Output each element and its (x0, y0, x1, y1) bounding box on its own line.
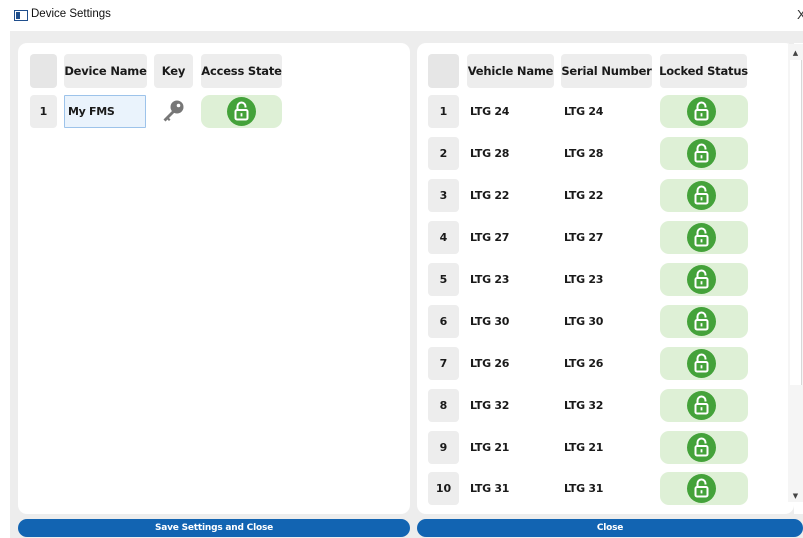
scroll-down-arrow-icon[interactable]: ▼ (788, 489, 803, 503)
unlocked-padlock-icon (687, 307, 716, 336)
serial-number: LTG 28 (564, 147, 604, 160)
close-button[interactable]: Close (417, 519, 803, 537)
serial-number: LTG 21 (564, 441, 604, 454)
locked-status-toggle[interactable] (660, 95, 748, 128)
unlocked-padlock-icon (687, 391, 716, 420)
save-settings-and-close-button[interactable]: Save Settings and Close (18, 519, 410, 537)
header-vehicle-name: Vehicle Name (467, 54, 554, 88)
vehicle-name: LTG 21 (470, 441, 510, 454)
serial-number: LTG 22 (564, 189, 604, 202)
header-access-state: Access State (201, 54, 282, 88)
vehicle-row-number: 10 (428, 472, 459, 505)
unlocked-padlock-icon (227, 97, 256, 126)
vehicle-name: LTG 27 (470, 231, 510, 244)
unlocked-padlock-icon (687, 223, 716, 252)
unlocked-padlock-icon (687, 433, 716, 462)
header-key: Key (154, 54, 193, 88)
right-header-index (428, 54, 459, 88)
locked-status-toggle[interactable] (660, 389, 748, 422)
window-title: Device Settings (31, 8, 111, 20)
serial-number: LTG 32 (564, 399, 604, 412)
serial-number: LTG 23 (564, 273, 604, 286)
vehicle-name: LTG 32 (470, 399, 510, 412)
unlocked-padlock-icon (687, 139, 716, 168)
vehicle-name: LTG 30 (470, 315, 510, 328)
unlocked-padlock-icon (687, 181, 716, 210)
device-name-field[interactable]: My FMS (64, 95, 146, 128)
serial-number: LTG 27 (564, 231, 604, 244)
access-state-toggle[interactable] (201, 95, 282, 128)
locked-status-toggle[interactable] (660, 347, 748, 380)
device-row-number: 1 (30, 95, 57, 128)
vehicle-row-number: 6 (428, 305, 459, 338)
locked-status-toggle[interactable] (660, 137, 748, 170)
locked-status-toggle[interactable] (660, 263, 748, 296)
vehicle-name: LTG 24 (470, 105, 510, 118)
vehicle-name: LTG 22 (470, 189, 510, 202)
scroll-up-arrow-icon[interactable]: ▲ (788, 46, 803, 60)
key-icon[interactable] (160, 98, 186, 124)
unlocked-padlock-icon (687, 349, 716, 378)
vehicle-row-number: 9 (428, 431, 459, 464)
serial-number: LTG 24 (564, 105, 604, 118)
app-window-icon (14, 10, 28, 21)
left-header-index (30, 54, 57, 88)
vehicle-name: LTG 23 (470, 273, 510, 286)
vehicle-row-number: 2 (428, 137, 459, 170)
unlocked-padlock-icon (687, 97, 716, 126)
locked-status-toggle[interactable] (660, 472, 748, 505)
vehicle-row-number: 3 (428, 179, 459, 212)
header-serial-number: Serial Number (561, 54, 652, 88)
vehicle-name: LTG 31 (470, 482, 510, 495)
vehicle-row-number: 4 (428, 221, 459, 254)
scrollbar-thumb[interactable] (790, 60, 802, 385)
vehicle-name: LTG 26 (470, 357, 510, 370)
device-name-value: My FMS (68, 105, 115, 118)
locked-status-toggle[interactable] (660, 179, 748, 212)
title-bar: Device Settings X (0, 0, 803, 31)
locked-status-toggle[interactable] (660, 305, 748, 338)
serial-number: LTG 31 (564, 482, 604, 495)
unlocked-padlock-icon (687, 265, 716, 294)
vehicle-row-number: 1 (428, 95, 459, 128)
serial-number: LTG 30 (564, 315, 604, 328)
vehicle-row-number: 5 (428, 263, 459, 296)
serial-number: LTG 26 (564, 357, 604, 370)
vehicle-row-number: 7 (428, 347, 459, 380)
locked-status-toggle[interactable] (660, 431, 748, 464)
header-locked-status: Locked Status (659, 54, 748, 88)
window-close-button[interactable]: X (797, 7, 803, 22)
locked-status-toggle[interactable] (660, 221, 748, 254)
unlocked-padlock-icon (687, 474, 716, 503)
header-device-name: Device Name (64, 54, 147, 88)
vehicle-row-number: 8 (428, 389, 459, 422)
vehicle-name: LTG 28 (470, 147, 510, 160)
